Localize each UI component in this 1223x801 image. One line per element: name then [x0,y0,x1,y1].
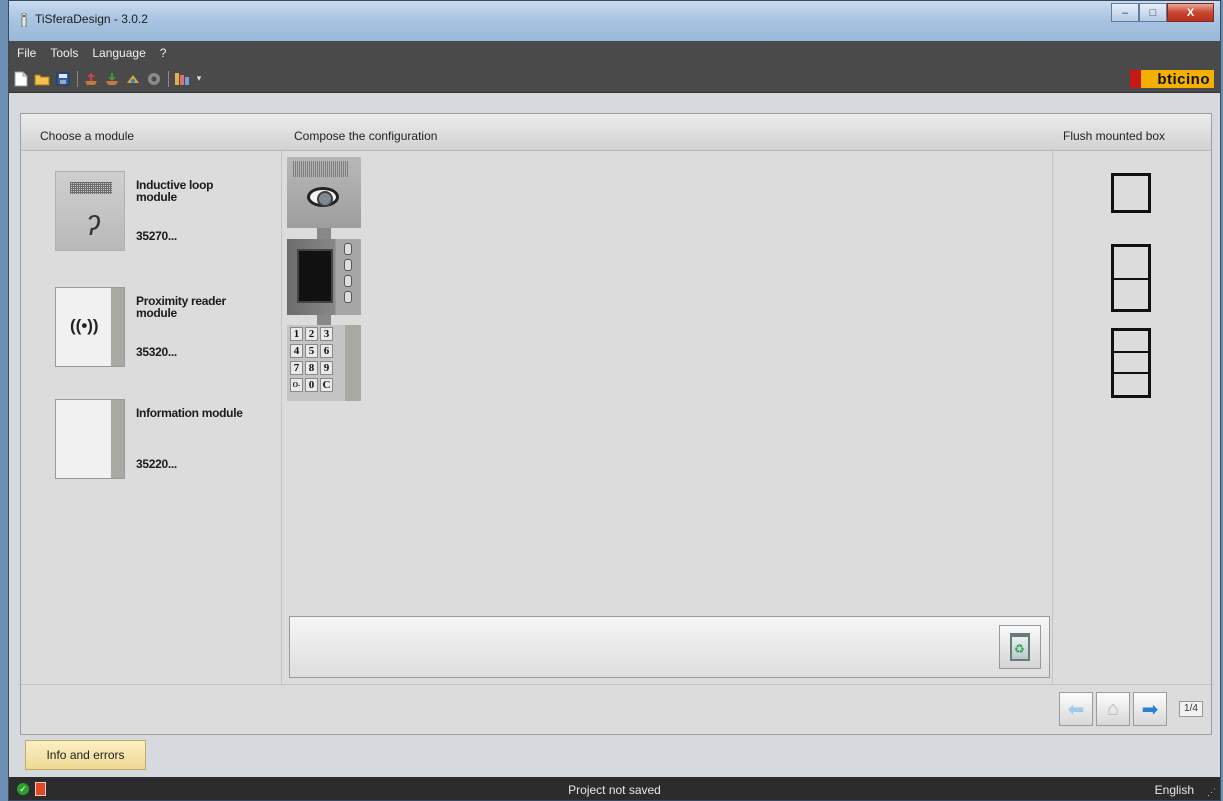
maximize-button[interactable]: □ [1139,3,1167,22]
palette-icon[interactable] [174,71,190,87]
speaker-grille [70,182,112,194]
update-icon[interactable] [125,71,141,87]
module-card-inductive-loop[interactable]: ʔ Inductive loop module 35270... [55,171,255,251]
flush-mounted-box-header: Flush mounted box [1063,129,1166,143]
minimize-button[interactable]: – [1111,3,1139,22]
open-folder-icon[interactable] [34,71,50,87]
recycle-bin-icon [1010,633,1030,661]
export-icon[interactable] [83,71,99,87]
toolbar-separator [168,70,169,87]
status-bar: ✓ Project not saved English ⋰ [9,777,1220,800]
menu-tools[interactable]: Tools [50,46,78,60]
display-screen [297,249,333,303]
project-status-text: Project not saved [568,783,661,797]
module-code: 35320... [136,345,177,359]
keypad-key: 9 [320,361,333,375]
module-list: ʔ Inductive loop module 35270... ((•)) P… [22,151,282,684]
flush-box-list [1054,151,1211,684]
keypad-key: C [320,378,333,392]
module-drop-bar[interactable] [289,616,1050,678]
toolbar-separator [77,70,78,87]
resize-grip-icon[interactable]: ⋰ [1207,787,1216,798]
module-code: 35220... [136,457,177,471]
palette-dropdown-icon[interactable]: ▾ [195,71,203,87]
module-name: Inductive loop module [136,178,214,204]
call-button-icon [344,275,352,287]
title-bar[interactable]: TiSferaDesign - 3.0.2 – □ X [9,1,1220,41]
module-card-proximity-reader[interactable]: ((•)) Proximity reader module 35320... [55,287,255,367]
keypad-key: 2 [305,327,318,341]
keypad-key: 0 [305,378,318,392]
app-icon [21,13,27,27]
page-indicator: 1/4 [1179,701,1203,717]
import-icon[interactable] [104,71,120,87]
close-button[interactable]: X [1167,3,1214,22]
module-name: Proximity reader module [136,294,226,320]
navigation-bar: ⬅ ⌂ ➡ 1/4 [21,684,1211,734]
module-code: 35270... [136,229,177,243]
back-arrow-icon[interactable]: ⬅ [1059,692,1093,726]
menu-file[interactable]: File [17,46,36,60]
panel-header: Choose a module Compose the configuratio… [21,114,1211,151]
call-button-icon [344,259,352,271]
box-cell [1114,247,1148,278]
display-push-button-module[interactable] [287,239,361,315]
keypad-key: 5 [305,344,318,358]
flush-box-2-icon[interactable] [1111,244,1151,312]
language-indicator[interactable]: English [1155,783,1194,797]
keypad-module[interactable]: 1 2 3 4 5 6 7 8 9 O‐ 0 C [287,325,361,401]
keypad-side-strip [345,325,361,401]
key-icon: O‐ [290,378,303,392]
box-divider [1114,278,1148,280]
ear-icon: ʔ [86,210,100,241]
choose-module-header: Choose a module [40,129,135,143]
menu-help[interactable]: ? [160,46,167,60]
keypad-key: 7 [290,361,303,375]
window-title: TiSferaDesign - 3.0.2 [35,12,148,26]
flush-box-1-icon[interactable] [1111,173,1151,213]
save-icon[interactable] [55,71,71,87]
box-divider [1114,372,1148,374]
call-button-icon [344,243,352,255]
configuration-area[interactable]: 1 2 3 4 5 6 7 8 9 O‐ 0 C [283,151,1053,684]
menu-bar: File Tools Language ? [9,41,1220,65]
brand-mark [1130,70,1141,88]
brand-text: bticino [1157,70,1210,88]
inductive-loop-thumbnail[interactable]: ʔ [55,171,125,251]
main-panel: Choose a module Compose the configuratio… [20,113,1212,735]
camera-speaker-module[interactable] [287,157,361,228]
toolbar: ▾ bticino [9,65,1220,93]
keypad-key: 4 [290,344,303,358]
keypad-key: 6 [320,344,333,358]
proximity-icon: ((•)) [70,316,99,335]
speaker-grille [293,161,349,177]
home-icon[interactable]: ⌂ [1096,692,1130,726]
new-file-icon[interactable] [13,71,29,87]
keypad-key: 8 [305,361,318,375]
box-divider [1114,351,1148,372]
box-cell [1114,331,1148,351]
compose-configuration-header: Compose the configuration [294,129,438,143]
menu-language[interactable]: Language [92,46,145,60]
next-arrow-icon[interactable]: ➡ [1133,692,1167,726]
keypad-key: 1 [290,327,303,341]
trash-button[interactable] [999,625,1041,669]
app-window: TiSferaDesign - 3.0.2 – □ X File Tools L… [8,0,1221,801]
camera-lens-icon [307,187,339,207]
module-card-information[interactable]: Information module 35220... [55,399,255,479]
settings-icon[interactable] [146,71,162,87]
proximity-reader-thumbnail[interactable]: ((•)) [55,287,125,367]
brand-logo: bticino [1130,70,1214,88]
information-module-thumbnail[interactable] [55,399,125,479]
flush-box-3-icon[interactable] [1111,328,1151,398]
module-name: Information module [136,406,243,420]
call-button-icon [344,291,352,303]
info-and-errors-tab[interactable]: Info and errors [25,740,146,770]
keypad-key: 3 [320,327,333,341]
